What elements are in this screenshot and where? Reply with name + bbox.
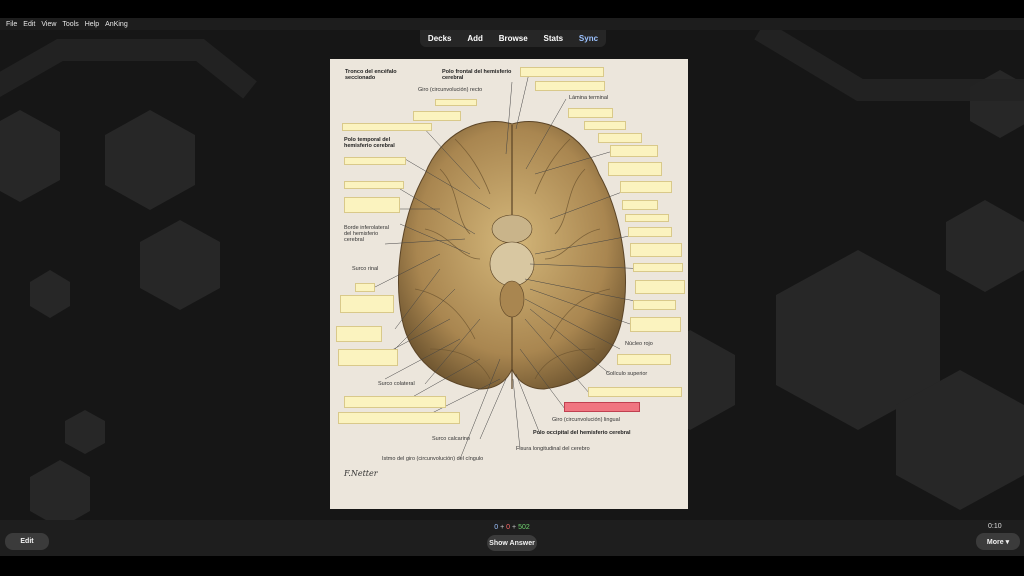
count-new: 0 — [494, 524, 499, 531]
occlusion-mask[interactable] — [342, 123, 432, 131]
occlusion-mask[interactable] — [588, 387, 682, 397]
label-borde: Borde inferolateral del hemisferio cereb… — [344, 225, 389, 243]
label-surco-calcarino: Surco calcarino — [432, 436, 470, 442]
occlusion-mask[interactable] — [630, 317, 681, 332]
menu-view[interactable]: View — [41, 21, 56, 28]
occlusion-mask[interactable] — [344, 396, 446, 408]
menu-file[interactable]: File — [6, 21, 17, 28]
occlusion-mask[interactable] — [633, 263, 683, 272]
menu-bar: File Edit View Tools Help AnKing — [0, 18, 1024, 30]
occlusion-mask[interactable] — [628, 227, 672, 237]
review-timer: 0:10 — [988, 523, 1002, 530]
label-giro-recto: Giro (circunvolución) recto — [418, 87, 483, 93]
occlusion-mask-active[interactable] — [564, 402, 640, 412]
edit-button[interactable]: Edit — [5, 533, 49, 550]
occlusion-mask[interactable] — [344, 197, 400, 213]
menu-edit[interactable]: Edit — [23, 21, 35, 28]
occlusion-mask[interactable] — [344, 181, 404, 189]
more-button[interactable]: More ▾ — [976, 533, 1020, 550]
tab-add[interactable]: Add — [467, 34, 483, 43]
label-giro-lingual: Giro (circunvolución) lingual — [552, 417, 620, 423]
occlusion-mask[interactable] — [617, 354, 671, 365]
occlusion-mask[interactable] — [336, 326, 382, 342]
occlusion-mask[interactable] — [620, 181, 672, 193]
label-surco-colateral: Surco colateral — [378, 381, 415, 387]
flashcard-image: Tronco del encéfalo seccionado Polo fron… — [330, 59, 688, 509]
occlusion-mask[interactable] — [584, 121, 626, 130]
menu-tools[interactable]: Tools — [62, 21, 78, 28]
occlusion-mask[interactable] — [338, 349, 398, 366]
tab-stats[interactable]: Stats — [544, 34, 564, 43]
label-polo-occipital: Polo occipital del hemisferio cerebral — [533, 430, 631, 436]
occlusion-mask[interactable] — [435, 99, 477, 106]
occlusion-mask[interactable] — [355, 283, 375, 292]
occlusion-mask[interactable] — [340, 295, 394, 313]
label-fisura: Fisura longitudinal del cerebro — [516, 446, 590, 452]
label-polo-frontal: Polo frontal del hemisferio cerebral — [442, 69, 512, 81]
tab-sync[interactable]: Sync — [579, 34, 598, 43]
count-sep-1: + — [500, 524, 505, 531]
occlusion-mask[interactable] — [568, 108, 613, 118]
menu-anking[interactable]: AnKing — [105, 21, 128, 28]
label-nucleo-rojo: Núcleo rojo — [625, 341, 653, 347]
occlusion-mask[interactable] — [625, 214, 669, 222]
show-answer-button[interactable]: Show Answer — [487, 535, 537, 551]
occlusion-mask[interactable] — [608, 162, 662, 176]
top-nav: Decks Add Browse Stats Sync — [420, 30, 606, 47]
tab-browse[interactable]: Browse — [499, 34, 528, 43]
occlusion-mask[interactable] — [610, 145, 658, 157]
menu-help[interactable]: Help — [85, 21, 99, 28]
occlusion-mask[interactable] — [598, 133, 642, 143]
occlusion-mask[interactable] — [622, 200, 658, 210]
occlusion-mask[interactable] — [633, 300, 676, 310]
occlusion-mask[interactable] — [413, 111, 461, 121]
count-review: 502 — [518, 524, 530, 531]
occlusion-mask[interactable] — [344, 157, 406, 165]
occlusion-mask[interactable] — [635, 280, 685, 294]
label-coliculo: Colículo superior — [606, 371, 648, 377]
tab-decks[interactable]: Decks — [428, 34, 452, 43]
occlusion-mask[interactable] — [535, 81, 605, 91]
label-polo-temporal: Polo temporal del hemisferio cerebral — [344, 137, 395, 149]
netter-signature: F.Netter — [344, 469, 378, 478]
label-istmo: Istmo del giro (circunvolución) del cíng… — [382, 456, 484, 462]
occlusion-mask[interactable] — [338, 412, 460, 424]
occlusion-mask[interactable] — [630, 243, 682, 257]
label-lamina-terminal: Lámina terminal — [569, 95, 609, 101]
count-sep-2: + — [512, 524, 517, 531]
label-surco-rinal: Surco rinal — [352, 266, 379, 272]
occlusion-mask[interactable] — [520, 67, 604, 77]
review-counts: 0 + 0 + 502 — [0, 524, 1024, 531]
label-tronco: Tronco del encéfalo seccionado — [345, 69, 397, 81]
window-footer — [0, 556, 1024, 576]
count-learn: 0 — [506, 524, 511, 531]
